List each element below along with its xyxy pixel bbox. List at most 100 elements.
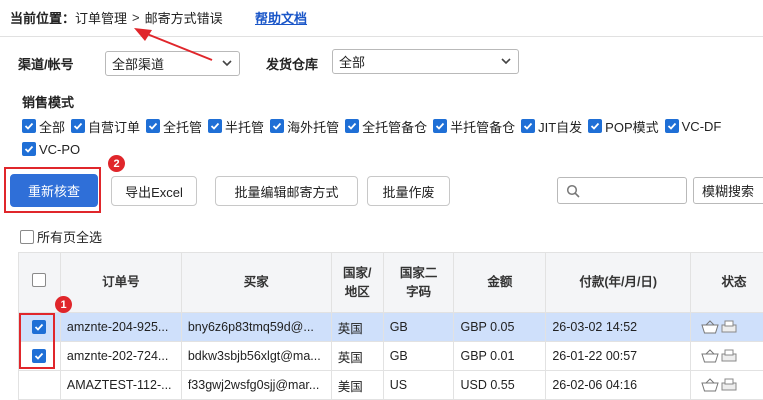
select-all-pages[interactable]: 所有页全选	[20, 227, 102, 246]
batch-void-button[interactable]: 批量作废	[367, 176, 450, 206]
mode-checkbox-semi-managed-stock[interactable]: 半托管备仓	[433, 117, 515, 136]
annotation-badge-1: 1	[55, 296, 72, 313]
breadcrumb: 当前位置： 订单管理 > 邮寄方式错误	[10, 8, 223, 26]
table-row[interactable]: amznte-204-925... bny6z6p83tmq59d@... 英国…	[18, 312, 763, 342]
header-country-code[interactable]: 国家二 字码	[382, 252, 455, 313]
amount-cell: USD 0.55	[453, 370, 547, 400]
header-order-no[interactable]: 订单号	[59, 252, 182, 313]
mode-label: VC-PO	[39, 141, 81, 157]
mode-checkbox-overseas-managed[interactable]: 海外托管	[270, 117, 339, 136]
channel-select-value: 全部渠道	[112, 57, 165, 72]
mode-checkbox-semi-managed[interactable]: 半托管	[208, 117, 264, 136]
select-all-pages-label: 所有页全选	[37, 230, 103, 245]
table-header-row: 订单号 买家 国家/地区 国家二字码 金额 付款(年/月/日) 状态	[18, 252, 763, 313]
checkbox-empty-icon	[32, 272, 47, 287]
basket-icon[interactable]	[701, 320, 719, 334]
search-input[interactable]	[557, 177, 687, 204]
basket-icon[interactable]	[701, 349, 719, 363]
header-status[interactable]: 状态	[690, 252, 763, 313]
mode-checkbox-vc-df[interactable]: VC-DF	[664, 118, 722, 134]
chevron-down-icon	[501, 58, 511, 65]
amount-cell: GBP 0.01	[453, 341, 547, 371]
breadcrumb-order-management[interactable]: 订单管理	[75, 8, 127, 27]
country-code-cell: GB	[382, 312, 455, 342]
divider	[0, 36, 763, 37]
checkbox-checked-icon	[22, 142, 36, 156]
mode-checkbox-full-managed[interactable]: 全托管	[146, 117, 202, 136]
header-code-line2: 字码	[406, 284, 432, 299]
buyer-cell: bdkw3sbjb56xlgt@ma...	[180, 341, 332, 371]
header-country-line1: 国家/	[342, 265, 372, 280]
amount-cell: GBP 0.05	[453, 312, 547, 342]
header-paid-date[interactable]: 付款(年/月/日)	[545, 252, 692, 313]
header-buyer[interactable]: 买家	[180, 252, 332, 313]
checkbox-checked-icon	[664, 119, 679, 133]
mode-checkbox-self-operated[interactable]: 自营订单	[71, 117, 140, 136]
print-icon[interactable]	[721, 320, 737, 334]
orders-table: 订单号 买家 国家/地区 国家二字码 金额 付款(年/月/日) 状态 amznt…	[18, 252, 763, 400]
mode-label: 全部	[39, 119, 66, 135]
country-cell: 英国	[330, 341, 384, 371]
checkbox-checked-icon	[521, 119, 536, 133]
table-row[interactable]: amznte-202-724... bdkw3sbjb56xlgt@ma... …	[18, 341, 763, 371]
export-excel-button[interactable]: 导出Excel	[111, 176, 197, 206]
order-no-cell[interactable]: amznte-202-724...	[59, 341, 182, 371]
mode-checkbox-vc-po[interactable]: VC-PO	[22, 142, 80, 157]
country-code-cell: GB	[382, 341, 455, 371]
checkbox-checked-icon	[71, 119, 86, 133]
print-icon[interactable]	[721, 349, 737, 363]
breadcrumb-separator: >	[132, 9, 140, 25]
batch-edit-shipping-button[interactable]: 批量编辑邮寄方式	[215, 176, 358, 206]
order-no-cell[interactable]: amznte-204-925...	[59, 312, 182, 342]
breadcrumb-label: 当前位置：	[10, 10, 76, 26]
print-icon[interactable]	[721, 378, 737, 392]
checkbox-checked-icon	[208, 119, 223, 133]
mode-label: VC-DF	[681, 118, 722, 134]
chevron-down-icon	[222, 60, 232, 67]
table-row[interactable]: AMAZTEST-112-... f33gwj2wsfg0sjj@mar... …	[18, 370, 763, 400]
paid-date-cell: 26-01-22 00:57	[545, 341, 692, 371]
checkbox-checked-icon	[433, 119, 448, 133]
mode-checkbox-jit[interactable]: JIT自发	[521, 117, 582, 136]
annotation-highlight-rows	[19, 313, 55, 369]
header-country[interactable]: 国家/地区	[330, 252, 384, 313]
mode-label: 半托管备仓	[450, 119, 516, 135]
status-cell	[690, 370, 763, 400]
checkbox-checked-icon	[146, 119, 161, 133]
mode-checkbox-full-managed-stock[interactable]: 全托管备仓	[345, 117, 427, 136]
mode-label: JIT自发	[538, 119, 583, 135]
checkbox-checked-icon	[270, 119, 285, 133]
mode-checkbox-all[interactable]: 全部	[22, 117, 65, 136]
annotation-highlight-recheck	[4, 167, 101, 213]
header-country-line2: 地区	[344, 284, 370, 299]
mode-label: 全托管备仓	[362, 119, 428, 135]
country-cell: 美国	[330, 370, 384, 400]
header-amount[interactable]: 金额	[453, 252, 547, 313]
checkbox-checked-icon	[345, 119, 360, 133]
country-code-cell: US	[382, 370, 455, 400]
paid-date-cell: 26-02-06 04:16	[545, 370, 692, 400]
sales-mode-label: 销售模式	[22, 95, 75, 110]
mode-label: 全托管	[163, 119, 203, 135]
row-checkbox[interactable]	[18, 370, 61, 400]
mode-checkbox-pop[interactable]: POP模式	[588, 117, 659, 136]
warehouse-select-value: 全部	[339, 55, 366, 70]
warehouse-select[interactable]: 全部	[332, 49, 519, 74]
paid-date-cell: 26-03-02 14:52	[545, 312, 692, 342]
checkbox-checked-icon	[588, 119, 603, 133]
checkbox-empty-icon	[20, 229, 34, 244]
buyer-cell: bny6z6p83tmq59d@...	[180, 312, 332, 342]
status-cell	[690, 312, 763, 342]
country-cell: 英国	[330, 312, 384, 342]
help-docs-link[interactable]: 帮助文档	[255, 8, 307, 27]
header-code-line1: 国家二	[399, 265, 438, 280]
fuzzy-search-select[interactable]: 模糊搜索	[693, 177, 763, 204]
mode-label: 半托管	[225, 119, 265, 135]
breadcrumb-current: 邮寄方式错误	[144, 10, 223, 26]
channel-label: 渠道/帐号	[18, 57, 74, 72]
channel-select[interactable]: 全部渠道	[105, 51, 240, 76]
buyer-cell: f33gwj2wsfg0sjj@mar...	[180, 370, 332, 400]
basket-icon[interactable]	[701, 378, 719, 392]
order-no-cell[interactable]: AMAZTEST-112-...	[59, 370, 182, 400]
status-cell	[690, 341, 763, 371]
